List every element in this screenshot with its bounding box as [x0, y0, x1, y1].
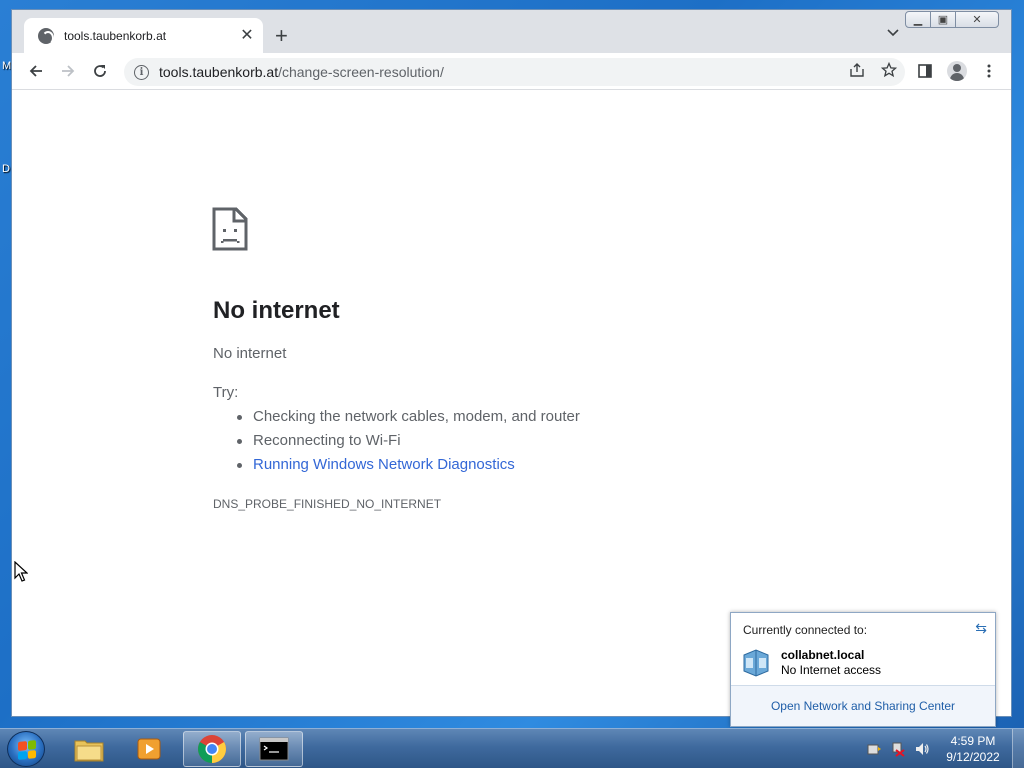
browser-tab[interactable]: tools.taubenkorb.at ✕: [24, 18, 263, 53]
folder-icon: [74, 740, 104, 762]
back-icon[interactable]: [26, 61, 46, 81]
taskbar-clock[interactable]: 4:59 PM 9/12/2022: [940, 733, 1006, 765]
taskbar-explorer-button[interactable]: [60, 731, 118, 767]
window-controls: ▁ ▣ ✕: [905, 11, 999, 28]
network-icon: [743, 649, 769, 677]
flyout-header: Currently connected to:: [743, 623, 868, 637]
menu-kebab-icon[interactable]: [979, 61, 999, 81]
browser-toolbar: i tools.taubenkorb.at/change-screen-reso…: [12, 53, 1011, 90]
error-code: DNS_PROBE_FINISHED_NO_INTERNET: [213, 497, 442, 511]
system-tray: [866, 741, 930, 757]
chevron-down-icon[interactable]: [886, 25, 900, 39]
sad-page-icon: [212, 207, 248, 251]
side-panel-icon[interactable]: [915, 61, 935, 81]
globe-icon: [38, 27, 54, 45]
suggestion-item: Checking the network cables, modem, and …: [237, 407, 580, 431]
browser-window: tools.taubenkorb.at ✕ + ▁ ▣ ✕ i tools.ta…: [11, 9, 1012, 717]
reload-icon[interactable]: [90, 61, 110, 81]
network-diagnostics-link[interactable]: Running Windows Network Diagnostics: [237, 455, 580, 479]
show-desktop-button[interactable]: [1012, 729, 1024, 768]
windows-logo-icon: [18, 740, 36, 760]
taskbar: 4:59 PM 9/12/2022: [0, 728, 1024, 768]
network-name: collabnet.local: [781, 648, 865, 662]
refresh-icon[interactable]: ⇆: [975, 620, 987, 637]
taskbar-cmd-button[interactable]: [245, 731, 303, 767]
suggestion-list: Checking the network cables, modem, and …: [237, 407, 580, 479]
start-button[interactable]: [7, 731, 45, 767]
command-prompt-icon: [259, 737, 289, 761]
url-text[interactable]: tools.taubenkorb.at/change-screen-resolu…: [159, 64, 444, 80]
network-status: No Internet access: [781, 663, 882, 677]
suggestion-item: Reconnecting to Wi-Fi: [237, 431, 580, 455]
desktop-icon-label-fragment: M: [2, 60, 12, 72]
close-window-icon[interactable]: ✕: [955, 11, 999, 28]
info-icon[interactable]: i: [134, 64, 149, 80]
error-title: No internet: [213, 297, 340, 324]
tab-title: tools.taubenkorb.at: [64, 28, 167, 43]
network-flyout: Currently connected to: ⇆ collabnet.loca…: [730, 612, 996, 727]
tab-strip: tools.taubenkorb.at ✕ + ▁ ▣ ✕: [12, 10, 1011, 53]
clock-date: 9/12/2022: [946, 750, 1000, 764]
taskbar-media-player-button[interactable]: [120, 731, 178, 767]
minimize-icon[interactable]: ▁: [905, 11, 931, 28]
maximize-icon[interactable]: ▣: [930, 11, 956, 28]
forward-icon[interactable]: [58, 61, 78, 81]
error-subtitle: No internet: [213, 345, 287, 362]
volume-icon[interactable]: [914, 741, 930, 757]
clock-time: 4:59 PM: [950, 734, 996, 748]
profile-avatar-icon[interactable]: [947, 61, 967, 81]
new-tab-icon[interactable]: +: [275, 25, 288, 47]
close-tab-icon[interactable]: ✕: [239, 27, 255, 44]
taskbar-chrome-button[interactable]: [183, 731, 241, 767]
try-label: Try:: [213, 384, 239, 401]
network-sharing-center-link[interactable]: Open Network and Sharing Center: [771, 699, 955, 713]
flyout-footer: Open Network and Sharing Center: [731, 685, 995, 726]
share-icon[interactable]: [841, 62, 873, 83]
chrome-icon: [198, 735, 226, 763]
address-bar[interactable]: i tools.taubenkorb.at/change-screen-reso…: [124, 58, 905, 86]
network-warning-icon[interactable]: [890, 741, 906, 757]
desktop-icon-label-fragment: D: [2, 163, 10, 175]
bookmark-star-icon[interactable]: [873, 61, 905, 83]
action-center-flag-icon[interactable]: [866, 741, 882, 757]
mouse-cursor-icon: [14, 561, 28, 582]
media-player-icon: [137, 738, 161, 760]
